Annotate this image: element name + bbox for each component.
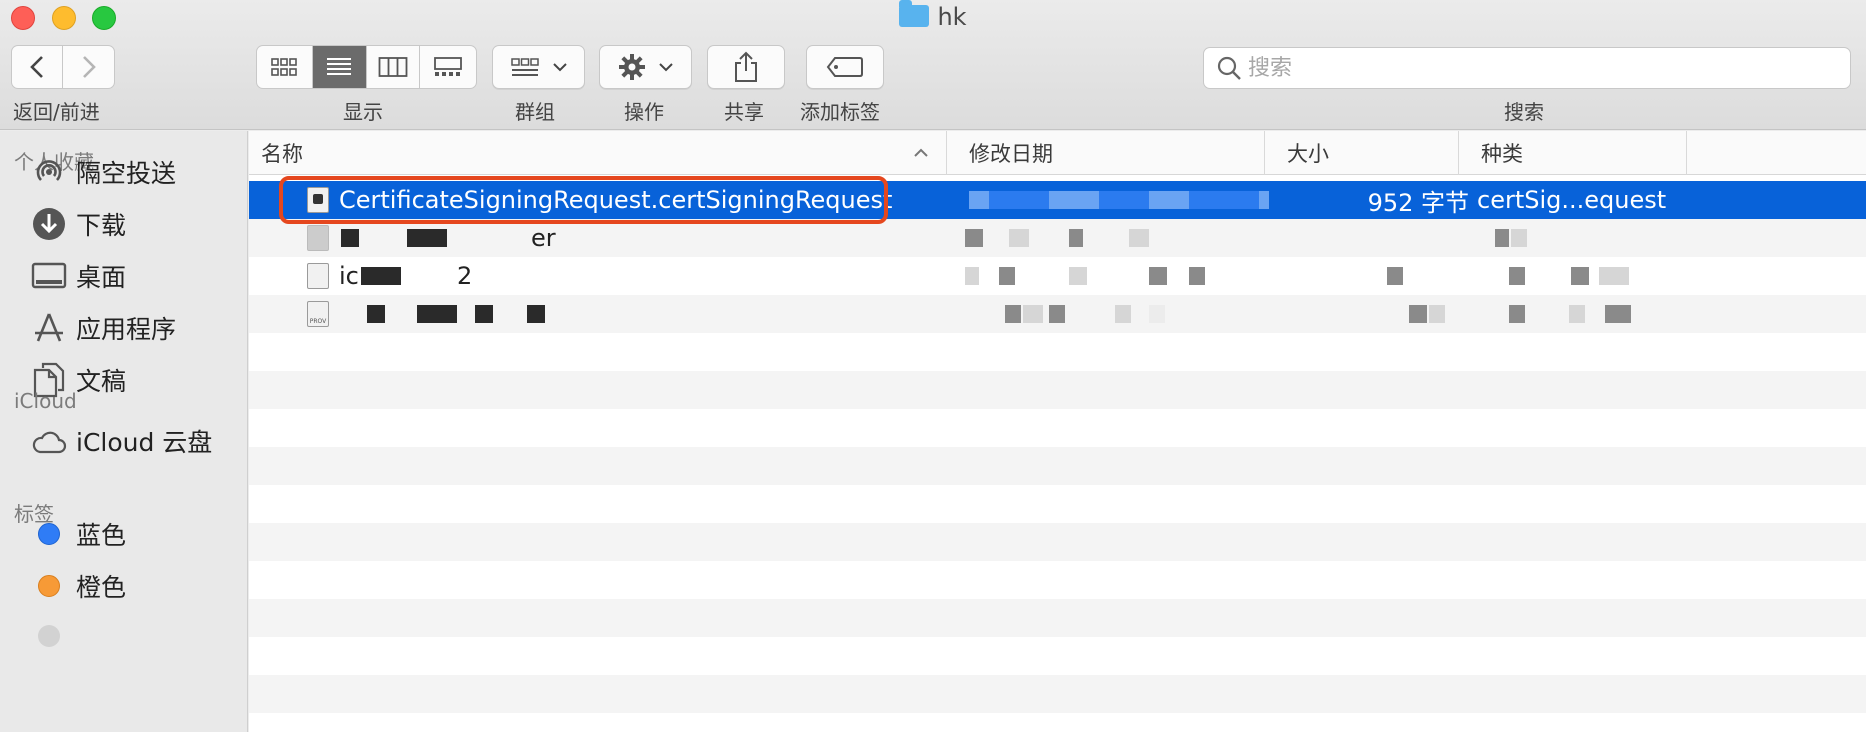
file-kind: certSig...equest xyxy=(1477,186,1667,214)
blue-tag-icon xyxy=(38,523,60,545)
view-label: 显示 xyxy=(343,100,383,124)
column-kind[interactable]: 种类 xyxy=(1459,131,1687,175)
file-row[interactable]: ic 2 xyxy=(249,257,1866,295)
sort-ascending-icon xyxy=(914,148,928,157)
action-label: 操作 xyxy=(624,100,664,124)
group-icon xyxy=(510,58,539,76)
column-header: 名称 修改日期 大小 种类 xyxy=(249,131,1866,175)
sidebar-item-label: 隔空投送 xyxy=(76,159,177,188)
tags-label: 添加标签 xyxy=(800,100,880,124)
view-mode-control xyxy=(256,45,477,89)
file-row-selected[interactable]: CertificateSigningRequest.certSigningReq… xyxy=(249,181,1866,219)
column-name[interactable]: 名称 xyxy=(249,131,947,175)
cloud-icon xyxy=(30,423,68,459)
sidebar-item-applications[interactable]: 应用程序 xyxy=(30,308,176,348)
share-label: 共享 xyxy=(724,100,764,124)
back-forward-control xyxy=(11,45,115,89)
chevron-down-icon xyxy=(658,63,673,72)
sidebar-item-label: 蓝色 xyxy=(76,521,127,550)
sidebar-item-downloads[interactable]: 下载 xyxy=(30,204,126,244)
empty-row xyxy=(249,637,1866,675)
app-file-icon xyxy=(307,263,329,289)
gallery-view-icon xyxy=(434,57,463,76)
view-list-button[interactable] xyxy=(312,46,367,88)
file-list: 名称 修改日期 大小 种类 CertificateSigningRequest.… xyxy=(249,131,1866,732)
add-tag-button[interactable] xyxy=(806,45,884,89)
window-title: hk xyxy=(0,0,1866,31)
sidebar: 个人收藏 隔空投送 下载 桌面 应用程序 文稿 iCloud iCloud 云盘… xyxy=(0,131,248,732)
tag-icon xyxy=(826,57,863,77)
file-row[interactable]: er xyxy=(249,219,1866,257)
column-view-icon xyxy=(378,57,408,77)
airdrop-icon xyxy=(30,154,68,190)
view-columns-button[interactable] xyxy=(367,46,421,88)
column-size[interactable]: 大小 xyxy=(1265,131,1459,175)
search-icon xyxy=(1217,56,1241,80)
empty-row xyxy=(249,333,1866,371)
gray-tag-icon xyxy=(38,625,60,647)
file-row[interactable]: PROV xyxy=(249,295,1866,333)
toolbar: hk 返回/前进 显示 群组 操作 共享 添加标签 搜索 搜索 xyxy=(0,0,1866,130)
empty-row xyxy=(249,485,1866,523)
sidebar-item-label: 文稿 xyxy=(76,367,127,396)
sidebar-item-label: 应用程序 xyxy=(76,315,177,344)
sidebar-item-label: 桌面 xyxy=(76,263,127,292)
search-input[interactable] xyxy=(1248,55,1808,81)
chevron-left-icon xyxy=(30,56,43,78)
group-button[interactable] xyxy=(492,45,585,89)
sidebar-item-label: 橙色 xyxy=(76,573,127,602)
applications-icon xyxy=(30,310,68,346)
gear-icon xyxy=(618,54,645,80)
file-name: er xyxy=(531,224,556,252)
sidebar-item-tag-orange[interactable]: 橙色 xyxy=(30,566,126,606)
empty-row xyxy=(249,561,1866,599)
sidebar-item-desktop[interactable]: 桌面 xyxy=(30,256,126,296)
back-button[interactable] xyxy=(12,46,64,88)
nav-label: 返回/前进 xyxy=(13,100,100,124)
sidebar-item-tag-blue[interactable]: 蓝色 xyxy=(30,514,126,554)
file-size: 952 字节 xyxy=(1367,188,1469,217)
share-button[interactable] xyxy=(707,45,785,89)
view-gallery-button[interactable] xyxy=(420,46,476,88)
empty-row xyxy=(249,371,1866,409)
empty-row xyxy=(249,523,1866,561)
downloads-icon xyxy=(30,206,68,242)
file-modified-date xyxy=(969,181,1269,219)
forward-button[interactable] xyxy=(63,46,114,88)
provisioning-profile-icon: PROV xyxy=(307,301,329,327)
chevron-down-icon xyxy=(552,63,567,72)
group-label: 群组 xyxy=(515,100,555,124)
file-name-tail: 2 xyxy=(457,262,473,290)
search-label: 搜索 xyxy=(1504,100,1544,124)
empty-row xyxy=(249,675,1866,713)
action-button[interactable] xyxy=(599,45,692,89)
desktop-icon xyxy=(30,258,68,294)
sidebar-item-airdrop[interactable]: 隔空投送 xyxy=(30,152,176,192)
orange-tag-icon xyxy=(38,575,60,597)
share-icon xyxy=(735,51,757,82)
empty-row xyxy=(249,599,1866,637)
empty-row xyxy=(249,447,1866,485)
chevron-right-icon xyxy=(82,56,96,78)
sidebar-item-label: 下载 xyxy=(76,211,127,240)
file-name: ic xyxy=(339,262,359,290)
search-field[interactable] xyxy=(1203,47,1851,89)
empty-row xyxy=(249,713,1866,732)
file-name: CertificateSigningRequest.certSigningReq… xyxy=(339,186,893,214)
list-view-icon xyxy=(327,58,352,75)
sidebar-item-label: iCloud 云盘 xyxy=(76,428,213,457)
file-icon xyxy=(307,225,329,251)
certificate-file-icon xyxy=(307,187,329,213)
sidebar-item-icloud-drive[interactable]: iCloud 云盘 xyxy=(30,421,212,461)
empty-row xyxy=(249,409,1866,447)
column-modified[interactable]: 修改日期 xyxy=(947,131,1265,175)
icon-view-icon xyxy=(271,58,298,76)
view-icons-button[interactable] xyxy=(257,46,313,88)
sidebar-item-tag-partial[interactable] xyxy=(30,616,76,656)
folder-icon xyxy=(899,0,930,27)
sidebar-header-icloud: iCloud xyxy=(14,389,77,413)
